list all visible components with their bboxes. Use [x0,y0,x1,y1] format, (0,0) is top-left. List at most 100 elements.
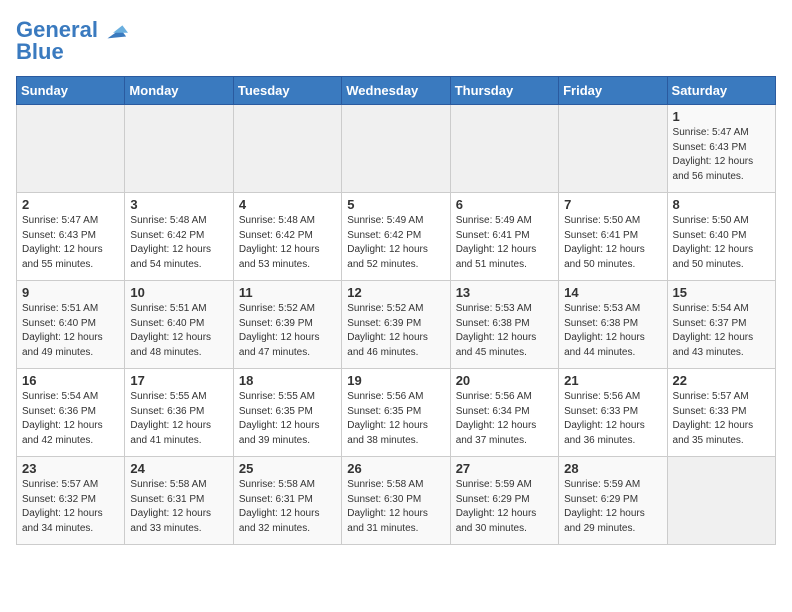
calendar-cell-w4d0: 23 Sunrise: 5:57 AM Sunset: 6:32 PM Dayli… [17,457,125,545]
day-info: Sunrise: 5:54 AM Sunset: 6:37 PM Dayligh… [673,302,770,360]
weekday-header-sunday: Sunday [17,77,125,105]
calendar-cell-w2d4: 13 Sunrise: 5:53 AM Sunset: 6:38 PM Dayli… [450,281,558,369]
calendar-cell-w0d0 [17,105,125,193]
weekday-header-tuesday: Tuesday [233,77,341,105]
calendar-cell-w4d6 [667,457,775,545]
day-number: 5 [347,197,444,212]
day-number: 16 [22,373,119,388]
day-number: 28 [564,461,661,476]
calendar-cell-w2d1: 10 Sunrise: 5:51 AM Sunset: 6:40 PM Dayli… [125,281,233,369]
day-info: Sunrise: 5:58 AM Sunset: 6:31 PM Dayligh… [239,478,336,536]
day-info: Sunrise: 5:59 AM Sunset: 6:29 PM Dayligh… [564,478,661,536]
day-info: Sunrise: 5:54 AM Sunset: 6:36 PM Dayligh… [22,390,119,448]
day-info: Sunrise: 5:51 AM Sunset: 6:40 PM Dayligh… [22,302,119,360]
calendar-cell-w3d0: 16 Sunrise: 5:54 AM Sunset: 6:36 PM Dayli… [17,369,125,457]
calendar-cell-w4d5: 28 Sunrise: 5:59 AM Sunset: 6:29 PM Dayli… [559,457,667,545]
calendar-cell-w0d3 [342,105,450,193]
day-info: Sunrise: 5:57 AM Sunset: 6:33 PM Dayligh… [673,390,770,448]
day-info: Sunrise: 5:58 AM Sunset: 6:31 PM Dayligh… [130,478,227,536]
day-info: Sunrise: 5:56 AM Sunset: 6:35 PM Dayligh… [347,390,444,448]
day-number: 13 [456,285,553,300]
calendar-cell-w1d6: 8 Sunrise: 5:50 AM Sunset: 6:40 PM Daylig… [667,193,775,281]
calendar-cell-w2d3: 12Sunrise: 5:52 AM Sunset: 6:39 PM Dayli… [342,281,450,369]
calendar-cell-w3d4: 20 Sunrise: 5:56 AM Sunset: 6:34 PM Dayli… [450,369,558,457]
calendar-cell-w0d1 [125,105,233,193]
day-number: 15 [673,285,770,300]
calendar-cell-w3d3: 19 Sunrise: 5:56 AM Sunset: 6:35 PM Dayli… [342,369,450,457]
day-number: 19 [347,373,444,388]
calendar-cell-w3d5: 21 Sunrise: 5:56 AM Sunset: 6:33 PM Dayli… [559,369,667,457]
day-info: Sunrise: 5:53 AM Sunset: 6:38 PM Dayligh… [564,302,661,360]
calendar-cell-w0d4 [450,105,558,193]
day-info: Sunrise: 5:48 AM Sunset: 6:42 PM Dayligh… [130,214,227,272]
day-info: Sunrise: 5:55 AM Sunset: 6:35 PM Dayligh… [239,390,336,448]
calendar-cell-w4d2: 25 Sunrise: 5:58 AM Sunset: 6:31 PM Dayli… [233,457,341,545]
day-info: Sunrise: 5:50 AM Sunset: 6:41 PM Dayligh… [564,214,661,272]
day-info: Sunrise: 5:48 AM Sunset: 6:42 PM Dayligh… [239,214,336,272]
calendar-cell-w3d6: 22 Sunrise: 5:57 AM Sunset: 6:33 PM Dayli… [667,369,775,457]
day-number: 25 [239,461,336,476]
calendar-cell-w0d6: 1 Sunrise: 5:47 AM Sunset: 6:43 PM Daylig… [667,105,775,193]
calendar-cell-w4d1: 24 Sunrise: 5:58 AM Sunset: 6:31 PM Dayli… [125,457,233,545]
weekday-header-wednesday: Wednesday [342,77,450,105]
calendar-table: SundayMondayTuesdayWednesdayThursdayFrid… [16,76,776,545]
calendar-cell-w0d5 [559,105,667,193]
day-info: Sunrise: 5:57 AM Sunset: 6:32 PM Dayligh… [22,478,119,536]
day-number: 22 [673,373,770,388]
day-info: Sunrise: 5:58 AM Sunset: 6:30 PM Dayligh… [347,478,444,536]
day-number: 26 [347,461,444,476]
day-number: 18 [239,373,336,388]
day-info: Sunrise: 5:56 AM Sunset: 6:33 PM Dayligh… [564,390,661,448]
day-number: 11 [239,285,336,300]
day-number: 8 [673,197,770,212]
logo: General Blue [16,16,128,64]
day-number: 27 [456,461,553,476]
day-info: Sunrise: 5:53 AM Sunset: 6:38 PM Dayligh… [456,302,553,360]
day-info: Sunrise: 5:52 AM Sunset: 6:39 PM Dayligh… [239,302,336,360]
day-number: 23 [22,461,119,476]
day-number: 6 [456,197,553,212]
header: General Blue [16,16,776,64]
weekday-header-thursday: Thursday [450,77,558,105]
calendar-cell-w1d4: 6 Sunrise: 5:49 AM Sunset: 6:41 PM Daylig… [450,193,558,281]
calendar-cell-w1d5: 7 Sunrise: 5:50 AM Sunset: 6:41 PM Daylig… [559,193,667,281]
day-info: Sunrise: 5:47 AM Sunset: 6:43 PM Dayligh… [22,214,119,272]
calendar-cell-w1d2: 4 Sunrise: 5:48 AM Sunset: 6:42 PM Daylig… [233,193,341,281]
day-info: Sunrise: 5:49 AM Sunset: 6:42 PM Dayligh… [347,214,444,272]
day-number: 17 [130,373,227,388]
day-number: 10 [130,285,227,300]
calendar-cell-w0d2 [233,105,341,193]
calendar-cell-w2d2: 11 Sunrise: 5:52 AM Sunset: 6:39 PM Dayli… [233,281,341,369]
day-number: 21 [564,373,661,388]
calendar-cell-w2d6: 15 Sunrise: 5:54 AM Sunset: 6:37 PM Dayli… [667,281,775,369]
day-info: Sunrise: 5:49 AM Sunset: 6:41 PM Dayligh… [456,214,553,272]
day-number: 3 [130,197,227,212]
day-number: 24 [130,461,227,476]
day-info: Sunrise: 5:56 AM Sunset: 6:34 PM Dayligh… [456,390,553,448]
calendar-cell-w4d4: 27 Sunrise: 5:59 AM Sunset: 6:29 PM Dayli… [450,457,558,545]
day-number: 20 [456,373,553,388]
calendar-cell-w1d1: 3 Sunrise: 5:48 AM Sunset: 6:42 PM Daylig… [125,193,233,281]
day-info: Sunrise: 5:51 AM Sunset: 6:40 PM Dayligh… [130,302,227,360]
day-info: Sunrise: 5:59 AM Sunset: 6:29 PM Dayligh… [456,478,553,536]
day-number: 14 [564,285,661,300]
logo-text-line2: Blue [16,40,64,64]
calendar-cell-w4d3: 26 Sunrise: 5:58 AM Sunset: 6:30 PM Dayli… [342,457,450,545]
day-info: Sunrise: 5:47 AM Sunset: 6:43 PM Dayligh… [673,126,770,184]
day-number: 9 [22,285,119,300]
day-number: 1 [673,109,770,124]
day-number: 7 [564,197,661,212]
calendar-cell-w1d3: 5 Sunrise: 5:49 AM Sunset: 6:42 PM Daylig… [342,193,450,281]
calendar-cell-w2d5: 14 Sunrise: 5:53 AM Sunset: 6:38 PM Dayli… [559,281,667,369]
weekday-header-saturday: Saturday [667,77,775,105]
day-number: 2 [22,197,119,212]
day-number: 4 [239,197,336,212]
day-info: Sunrise: 5:52 AM Sunset: 6:39 PM Dayligh… [347,302,444,360]
day-info: Sunrise: 5:50 AM Sunset: 6:40 PM Dayligh… [673,214,770,272]
day-info: Sunrise: 5:55 AM Sunset: 6:36 PM Dayligh… [130,390,227,448]
calendar-cell-w3d1: 17 Sunrise: 5:55 AM Sunset: 6:36 PM Dayli… [125,369,233,457]
logo-icon [100,16,128,44]
weekday-header-friday: Friday [559,77,667,105]
calendar-cell-w3d2: 18 Sunrise: 5:55 AM Sunset: 6:35 PM Dayli… [233,369,341,457]
calendar-cell-w1d0: 2 Sunrise: 5:47 AM Sunset: 6:43 PM Daylig… [17,193,125,281]
